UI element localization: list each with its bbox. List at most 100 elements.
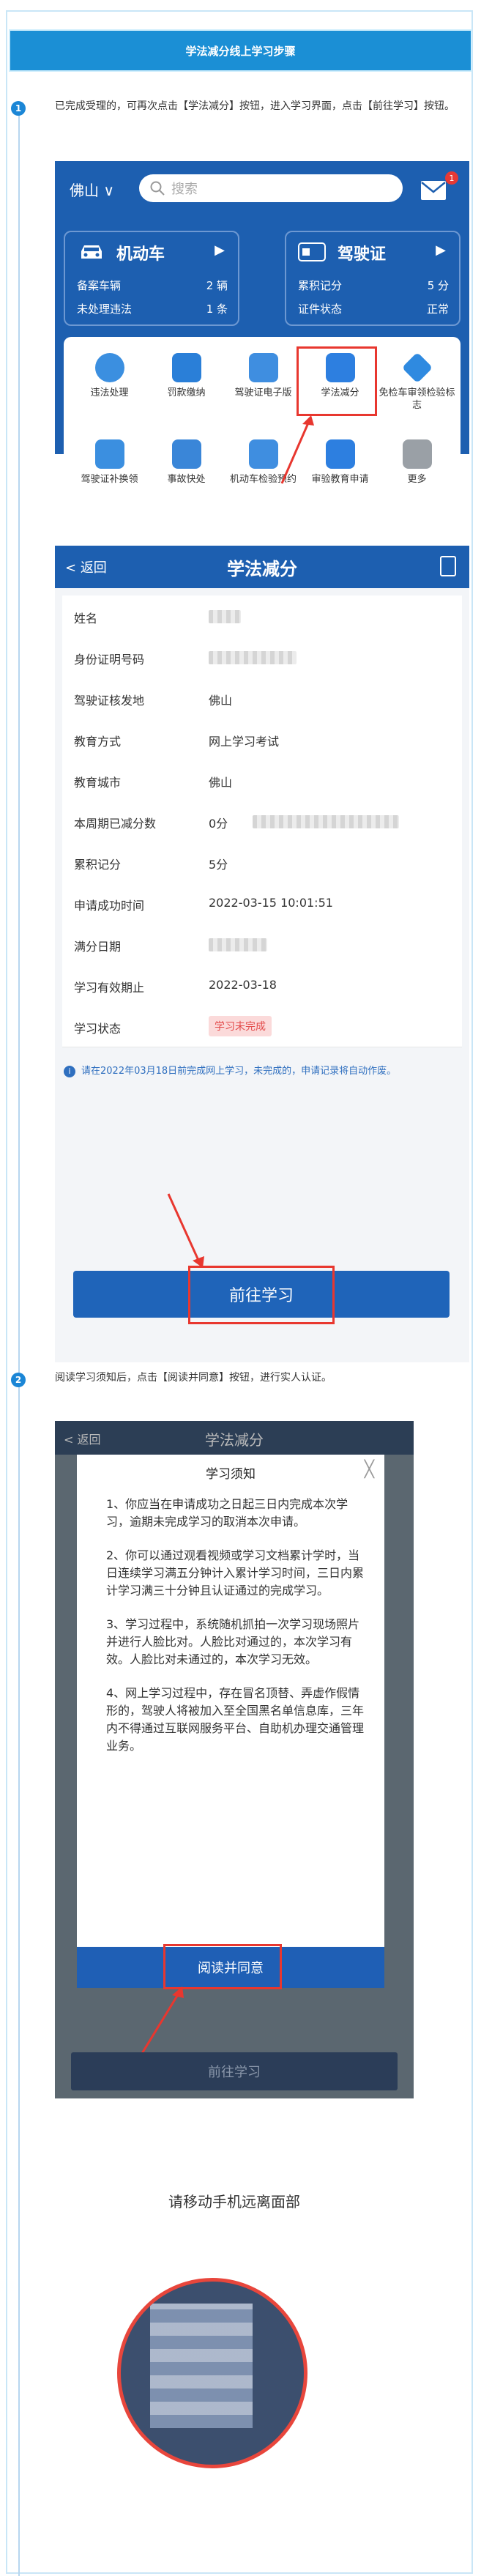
info-row-city: 教育城市 佛山	[62, 760, 462, 801]
info-key: 姓名	[74, 612, 98, 626]
row-label: 备案车辆	[77, 279, 122, 292]
redacted-value	[209, 938, 267, 951]
fine-payment-icon	[171, 353, 201, 382]
info-row-status: 学习状态 学习未完成	[62, 1006, 462, 1047]
info-key: 教育方式	[74, 735, 122, 749]
menu-label: 驾驶证电子版	[234, 387, 292, 398]
mail-icon	[421, 181, 446, 200]
menu-label: 审验教育申请	[311, 474, 369, 485]
document-icon[interactable]	[440, 556, 456, 576]
menu-label: 驾驶证补换领	[81, 474, 138, 485]
highlight-study-button	[297, 346, 377, 416]
redacted-value	[253, 815, 399, 828]
service-menu: 违法处理 罚款缴纳 驾驶证电子版 学法减分 免检车审领检验标志 驾驶证补换领 事…	[64, 337, 461, 526]
menu-label: 事故快处	[167, 474, 206, 485]
menu-item-violation[interactable]: 违法处理	[71, 353, 148, 399]
info-value: 5分	[209, 858, 228, 872]
license-row: 累积记分 5 分	[298, 278, 449, 293]
detail-navbar: < 返回 学法减分	[55, 546, 469, 588]
menu-label: 更多	[407, 474, 427, 485]
detail-screenshot: < 返回 学法减分 姓名 身份证明号码 驾驶证核发地 佛山 教育方式 网上学习考试 …	[55, 546, 469, 1362]
step-badge-2: 2	[11, 1373, 26, 1387]
mail-badge: 1	[445, 171, 458, 185]
info-row-method: 教育方式 网上学习考试	[62, 719, 462, 760]
menu-label: 免检车审领检验标志	[379, 387, 455, 411]
info-row-full-date: 满分日期	[62, 924, 462, 965]
redacted-value	[209, 651, 297, 664]
vehicle-row: 未处理违法 1 条	[77, 301, 228, 316]
menu-item-elicense[interactable]: 驾驶证电子版	[225, 353, 302, 399]
notice-modal: 学习须知 ╳ 1、你应当在申请成功之日起三日内完成本次学习，逾期未完成学习的取消…	[77, 1455, 384, 1947]
step-badge-1: 1	[11, 101, 26, 116]
page-title: 学法减分线上学习步骤	[185, 44, 296, 58]
menu-item-accident[interactable]: 事故快处	[148, 439, 225, 486]
highlight-go-study	[188, 1266, 335, 1324]
menu-item-more[interactable]: 更多	[379, 439, 455, 486]
menu-item-exempt[interactable]: 免检车审领检验标志	[379, 352, 455, 412]
dimmed-go-study-button: 前往学习	[71, 2052, 398, 2090]
more-grid-icon	[402, 439, 432, 469]
info-row-name: 姓名	[62, 595, 462, 637]
info-row-reduced: 本周期已减分数 0分	[62, 801, 462, 842]
info-key: 申请成功时间	[74, 899, 145, 913]
row-label: 累积记分	[298, 279, 343, 292]
menu-label: 罚款缴纳	[167, 387, 206, 398]
info-key: 学习有效期止	[74, 981, 145, 995]
modal-body: 1、你应当在申请成功之日起三日内完成本次学习，逾期未完成学习的取消本次申请。 2…	[106, 1496, 367, 1771]
row-value: 1 条	[206, 302, 228, 316]
modal-paragraph: 2、你可以通过观看视频或学习文档累计学时，当日连续学习满五分钟计入累计学习时间，…	[106, 1548, 365, 1597]
row-value: 正常	[426, 302, 449, 316]
home-topbar: 佛山 ∨ 搜索 1	[55, 161, 469, 216]
info-value: 2022-03-15 10:01:51	[209, 896, 333, 910]
row-label: 证件状态	[298, 302, 343, 316]
pointer-arrow	[140, 1986, 184, 2055]
vehicle-card[interactable]: 机动车 ▶ 备案车辆 2 辆 未处理违法 1 条	[64, 231, 239, 326]
license-card-title: 驾驶证	[338, 245, 387, 264]
close-icon[interactable]: ╳	[365, 1460, 374, 1479]
info-icon: i	[64, 1066, 75, 1077]
search-input[interactable]: 搜索	[139, 174, 403, 202]
notice-text: 请在2022年03月18日前完成网上学习，未完成的，申请记录将自动作废。	[81, 1066, 397, 1077]
status-badge: 学习未完成	[209, 1016, 272, 1036]
info-row-points: 累积记分 5分	[62, 842, 462, 883]
menu-item-license-replace[interactable]: 驾驶证补换领	[71, 439, 148, 486]
page-header: 学法减分线上学习步骤	[9, 29, 472, 72]
modal-screenshot: < 返回 学法减分 学习须知 ╳ 1、你应当在申请成功之日起三日内完成本次学习，…	[55, 1421, 414, 2098]
info-key: 满分日期	[74, 940, 122, 954]
highlight-agree	[163, 1944, 282, 1989]
menu-item-fine[interactable]: 罚款缴纳	[148, 353, 225, 399]
row-value: 5 分	[427, 279, 449, 292]
review-education-icon	[325, 439, 355, 469]
mail-button[interactable]: 1	[417, 171, 458, 204]
accident-icon	[171, 439, 201, 469]
city-selector[interactable]: 佛山 ∨	[70, 179, 114, 200]
info-row-issuer: 驾驶证核发地 佛山	[62, 678, 462, 719]
license-replace-icon	[94, 439, 124, 469]
pixelated-face	[150, 2304, 253, 2428]
timeline-line	[18, 106, 20, 2576]
search-placeholder: 搜索	[171, 182, 198, 197]
home-screenshot: 佛山 ∨ 搜索 1 机动车 ▶ 备案车辆 2 辆 未处理违法 1 条 驾驶证 ▶ 累…	[55, 161, 469, 530]
pointer-arrow	[167, 1193, 204, 1268]
face-screenshot: 请移动手机远离面部	[55, 2109, 414, 2564]
modal-paragraph: 4、网上学习过程中，存在冒名顶替、弄虚作假情形的，驾驶人将被加入至全国黑名单信息…	[106, 1686, 365, 1753]
license-icon	[298, 242, 326, 261]
car-icon	[77, 242, 105, 261]
face-instruction: 请移动手机远离面部	[168, 2193, 300, 2211]
info-key: 驾驶证核发地	[74, 694, 145, 708]
deadline-notice: i 请在2022年03月18日前完成网上学习，未完成的，申请记录将自动作废。	[64, 1064, 452, 1079]
violation-icon	[94, 353, 124, 382]
info-value: 网上学习考试	[209, 735, 280, 749]
info-key: 学习状态	[74, 1022, 122, 1036]
info-list: 姓名 身份证明号码 驾驶证核发地 佛山 教育方式 网上学习考试 教育城市 佛山 本周期…	[55, 588, 469, 1362]
step2-text: 阅读学习须知后，点击【阅读并同意】按钮，进行实人认证。	[55, 1372, 332, 1384]
e-license-icon	[248, 353, 278, 382]
info-row-id: 身份证明号码	[62, 636, 462, 678]
info-value: 佛山	[209, 776, 233, 790]
vehicle-row: 备案车辆 2 辆	[77, 278, 228, 293]
info-value: 2022-03-18	[209, 978, 277, 992]
vehicle-card-title: 机动车	[116, 245, 165, 264]
chevron-right-icon: ▶	[436, 242, 446, 258]
info-key: 教育城市	[74, 776, 122, 790]
license-card[interactable]: 驾驶证 ▶ 累积记分 5 分 证件状态 正常	[285, 231, 461, 326]
